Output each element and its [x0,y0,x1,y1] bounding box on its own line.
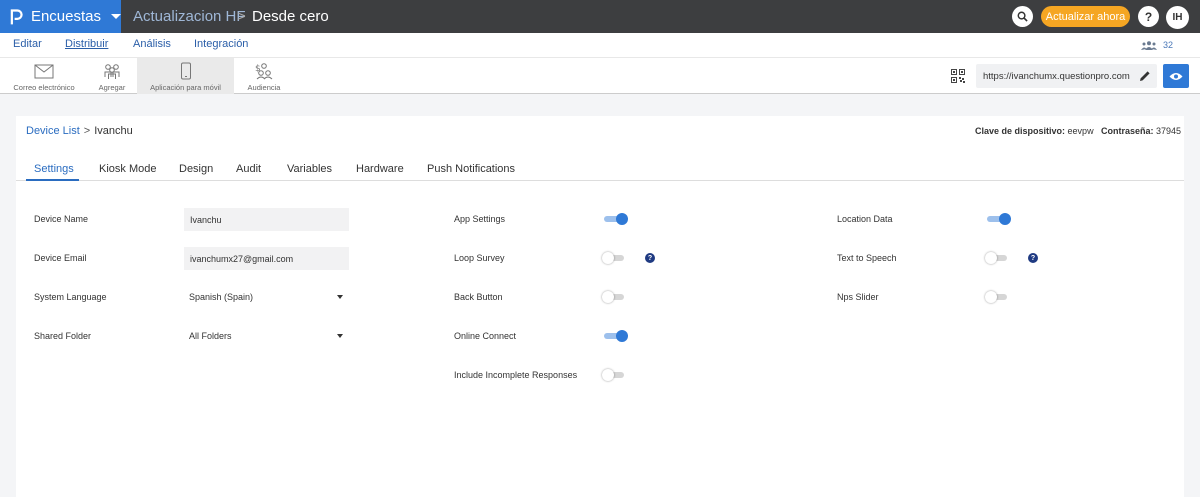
audience-panel-icon: $ [255,63,273,80]
search-icon [1017,11,1028,22]
mobile-phone-icon [180,62,191,80]
include-incomplete-responses-label: Include Incomplete Responses [454,370,578,380]
device-settings-card: Device List > Ivanchu Clave de dispositi… [16,116,1184,497]
system-language-value: Spanish (Spain) [189,292,254,302]
online-connect-label: Online Connect [454,331,517,341]
app-settings-toggle[interactable] [604,213,628,225]
device-list-link[interactable]: Device List [26,125,80,137]
breadcrumb: Device List > Ivanchu [26,125,133,137]
survey-url-field[interactable]: https://ivanchumx.questionpro.com [976,64,1157,88]
online-connect-toggle[interactable] [604,330,628,342]
search-button[interactable] [1012,6,1033,27]
system-language-label: System Language [34,292,107,302]
product-switcher[interactable]: Encuestas [0,0,121,33]
help-button[interactable]: ? [1138,6,1159,27]
text-to-speech-label: Text to Speech [837,253,897,263]
system-language-select[interactable]: Spanish (Spain) [183,287,343,307]
caret-down-icon [111,14,121,19]
device-key-label: Clave de dispositivo: [975,126,1066,136]
breadcrumb-separator: > [83,125,91,137]
pencil-icon[interactable] [1139,70,1151,82]
survey-folder-link[interactable]: Actualizacion HF [133,0,246,33]
device-password-value: 37945 [1156,126,1182,136]
tab-hardware[interactable]: Hardware [356,163,404,175]
tool-mobile-app[interactable]: Aplicación para móvil [137,58,234,94]
shared-folder-select[interactable]: All Folders [183,326,343,346]
include-incomplete-responses-toggle[interactable] [602,369,626,381]
settings-tabs: Settings Kiosk Mode Design Audit Variabl… [16,156,1184,181]
tab-settings[interactable]: Settings [34,163,74,175]
location-data-toggle[interactable] [987,213,1011,225]
tool-mobile-app-label: Aplicación para móvil [150,83,221,92]
tab-audit[interactable]: Audit [236,163,261,175]
tool-audience[interactable]: $ Audiencia [242,58,286,94]
survey-title: Desde cero [252,8,329,25]
active-tab-indicator [26,179,79,181]
device-name-value: Ivanchu [190,214,222,225]
device-email-value: ivanchumx27@gmail.com [190,253,294,264]
shared-folder-label: Shared Folder [34,331,92,341]
question-help-icon[interactable]: ? [645,253,655,263]
tab-push-notifications[interactable]: Push Notifications [427,163,515,175]
menu-editar[interactable]: Editar [13,38,42,50]
product-name: Encuestas [30,8,101,25]
eye-icon [1169,72,1183,80]
caret-down-icon [337,295,343,299]
users-icon [1141,40,1157,50]
device-email-input[interactable]: ivanchumx27@gmail.com [184,247,349,270]
device-email-label: Device Email [34,253,87,263]
tool-email[interactable]: Correo electrónico [0,58,88,94]
loop-survey-label: Loop Survey [454,253,505,263]
device-key: Clave de dispositivo: eevpw [975,126,1094,136]
qr-code-icon[interactable] [951,69,965,83]
device-name-label: Device Name [34,214,89,224]
questionpro-logo-icon [10,8,23,24]
menu-integracion[interactable]: Integración [194,38,248,50]
tool-add[interactable]: Agregar [94,58,130,94]
app-settings-label: App Settings [454,214,506,224]
menu-analisis[interactable]: Análisis [133,38,171,50]
tab-kiosk-mode[interactable]: Kiosk Mode [99,163,156,175]
collaborators-count[interactable]: 32 [1141,40,1173,50]
tool-add-label: Agregar [98,83,126,92]
update-now-button[interactable]: Actualizar ahora [1041,6,1130,27]
top-bar: Encuestas Actualizacion HF > Desde cero … [0,0,1200,33]
nps-slider-label: Nps Slider [837,292,879,302]
preview-button[interactable] [1163,64,1189,88]
envelope-icon [34,64,54,78]
loop-survey-toggle[interactable] [602,252,626,264]
survey-url: https://ivanchumx.questionpro.com [983,70,1130,82]
main-menu: Editar Distribuir Análisis Integración 3… [0,33,1200,57]
breadcrumb-separator: > [237,8,246,25]
nps-slider-toggle[interactable] [985,291,1009,303]
menu-distribuir[interactable]: Distribuir [65,38,108,50]
device-name-title: Ivanchu [94,125,133,137]
back-button-label: Back Button [454,292,503,302]
question-help-icon[interactable]: ? [1028,253,1038,263]
shared-folder-value: All Folders [189,331,232,341]
tab-design[interactable]: Design [179,163,213,175]
device-name-input[interactable]: Ivanchu [184,208,349,231]
location-data-label: Location Data [837,214,893,224]
caret-down-icon [337,334,343,338]
tab-variables[interactable]: Variables [287,163,332,175]
device-key-value: eevpw [1067,126,1094,136]
svg-text:$: $ [255,64,261,74]
device-password: Contraseña: 37945 [1101,126,1181,136]
tool-audience-label: Audiencia [247,83,281,92]
tool-email-label: Correo electrónico [13,83,75,92]
back-button-toggle[interactable] [602,291,626,303]
user-avatar[interactable]: IH [1166,6,1189,29]
group-people-icon [104,64,120,79]
text-to-speech-toggle[interactable] [985,252,1009,264]
device-password-label: Contraseña: [1101,126,1154,136]
collaborators-number: 32 [1163,40,1174,50]
